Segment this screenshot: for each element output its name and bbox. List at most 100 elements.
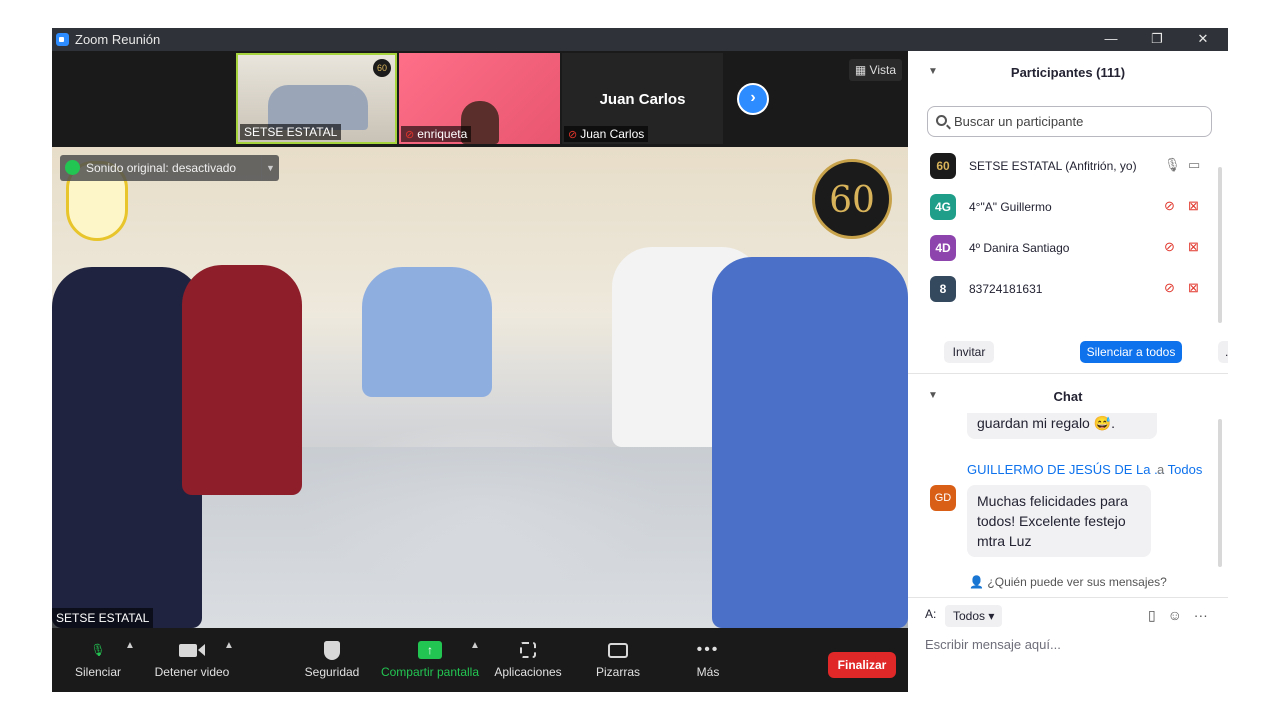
security-button[interactable]: Seguridad [304,638,360,679]
share-options-caret[interactable]: ▲ [470,640,480,651]
title-bar: Zoom Reunión — ❐ ✕ [52,28,1228,51]
person-red [182,265,302,495]
microphone-icon[interactable]: 🎙 [1164,157,1181,173]
apps-button[interactable]: Aplicaciones [492,638,564,679]
stop-video-button[interactable]: Detener video [152,638,232,679]
participant-row[interactable]: 8 83724181631 ⊘ ⊠ [908,268,1220,309]
participant-row[interactable]: 4D 4º Danira Santiago ⊘ ⊠ [908,227,1220,268]
chat-scrollbar[interactable] [1218,419,1222,567]
file-icon[interactable]: ▯ [1148,607,1156,623]
chat-title: Chat [1053,389,1083,404]
chat-header: ▼ Chat [908,387,1228,411]
search-icon [936,115,947,126]
participant-row[interactable]: 60 SETSE ESTATAL (Anfitrión, yo) 🎙 ▭ [908,145,1220,186]
thumbnail-name: SETSE ESTATAL [240,124,342,140]
thumbnail-big-name: Juan Carlos [599,91,686,108]
chat-recipient[interactable]: a Todos [1157,462,1202,477]
thumbnail-enriqueta[interactable]: ⊘ enriqueta [399,53,560,144]
participant-name: 4°"A" Guillermo [969,200,1052,214]
shield-check-icon [65,160,80,175]
chat-message: Muchas felicidades para todos! Excelente… [967,485,1151,557]
close-button[interactable]: ✕ [1180,28,1226,51]
next-page-button[interactable]: › [737,83,769,115]
participants-more-button[interactable]: ... [1218,341,1228,363]
participant-name: 4º Danira Santiago [969,241,1070,255]
thumbnail-juan-carlos[interactable]: Juan Carlos ⊘ Juan Carlos [562,53,723,144]
participant-row[interactable]: 4G 4°"A" Guillermo ⊘ ⊠ [908,186,1220,227]
view-button[interactable]: ▦ Vista [848,59,902,81]
avatar: 60 [930,153,956,179]
emoji-icon[interactable]: ☺ [1168,607,1182,623]
anniversary-badge-small: 60 [373,59,391,77]
thumbnail-name: ⊘ Juan Carlos [564,126,649,142]
video-off-icon[interactable]: ⊠ [1188,239,1199,255]
original-sound-toggle[interactable]: Sonido original: desactivado ▼ [60,155,279,181]
original-sound-label: Sonido original: desactivado [86,161,237,175]
chevron-down-icon: ▾ [988,609,995,623]
window-title: Zoom Reunión [75,32,161,47]
main-video: Sonido original: desactivado ▼ 60 SETSE … [52,147,908,628]
message-visibility-link[interactable]: 👤 ¿Quién puede ver sus mensajes? [908,575,1228,589]
video-strip: 60 SETSE ESTATAL ⊘ enriqueta Juan Carlos … [52,51,908,147]
grid-icon: ▦ [854,63,870,77]
chevron-down-icon[interactable]: ▼ [261,155,279,181]
chat-tools: ▯ ☺ ··· [1148,607,1208,624]
share-screen-icon: ↑ [380,638,480,662]
person-left [52,267,202,628]
video-options-caret[interactable]: ▲ [224,640,234,651]
audio-options-caret[interactable]: ▲ [125,640,135,651]
mic-off-icon: ⊘ [568,129,578,141]
end-meeting-button[interactable]: Finalizar [828,652,896,678]
avatar: 4G [930,194,956,220]
more-button[interactable]: ••• Más [688,638,728,679]
more-dots-icon[interactable]: ··· [1194,607,1208,623]
mute-button[interactable]: 🎙 Silenciar [72,638,124,679]
chevron-right-icon: › [750,89,756,106]
chat-messages: guardan mi regalo 😅. GUILLERMO DE JESÚS … [908,413,1220,571]
anniversary-badge: 60 [812,159,892,239]
chat-message: guardan mi regalo 😅. [967,413,1157,439]
microphone-icon: 🎙 [90,643,106,657]
restore-button[interactable]: ❐ [1134,28,1180,51]
participant-name: 83724181631 [969,282,1043,296]
participant-scrollbar[interactable] [1218,167,1222,323]
share-screen-button[interactable]: ↑ Compartir pantalla [380,638,480,679]
minimize-button[interactable]: — [1088,28,1134,51]
apps-icon [492,638,564,662]
meeting-toolbar: 🎙 Silenciar ▲ Detener video ▲ Seguridad … [52,628,908,692]
person-center [362,267,492,397]
chat-recipient-select[interactable]: Todos ▾ [945,605,1003,627]
avatar: 4D [930,235,956,261]
whiteboard-icon [592,638,644,662]
participant-name: SETSE ESTATAL (Anfitrión, yo) [969,159,1137,173]
whiteboards-button[interactable]: Pizarras [592,638,644,679]
avatar: GD [930,485,956,511]
mic-off-icon: ⊘ [405,129,415,141]
video-off-icon[interactable]: ⊠ [1188,280,1199,296]
chat-to-label: A: [925,607,937,621]
section-divider [908,373,1228,374]
participant-search-input[interactable]: Buscar un participante [927,106,1212,137]
zoom-app-icon [56,33,69,46]
shield-icon [304,638,360,662]
speaker-name: SETSE ESTATAL [52,608,154,628]
avatar: 8 [930,276,956,302]
video-camera-icon[interactable]: ▭ [1188,157,1200,173]
chat-message-input[interactable]: Escribir mensaje aquí... [925,637,1061,652]
mic-off-icon[interactable]: ⊘ [1164,280,1175,296]
video-off-icon[interactable]: ⊠ [1188,198,1199,214]
section-divider [908,597,1228,598]
invite-button[interactable]: Invitar [944,341,994,363]
more-dots-icon: ••• [696,641,720,658]
chat-sender: GUILLERMO DE JESÚS DE La ... [967,462,1165,477]
mute-all-button[interactable]: Silenciar a todos [1080,341,1182,363]
participant-actions: Invitar Silenciar a todos ... [908,341,1228,365]
thumbnail-setse-estatal[interactable]: 60 SETSE ESTATAL [236,53,397,144]
meeting-area: 60 SETSE ESTATAL ⊘ enriqueta Juan Carlos … [52,51,908,692]
person-lock-icon: 👤 [969,575,988,589]
participant-list: 60 SETSE ESTATAL (Anfitrión, yo) 🎙 ▭ 4G … [908,145,1220,309]
participants-header: ▼ Participantes (111) [908,51,1228,93]
mic-off-icon[interactable]: ⊘ [1164,239,1175,255]
video-camera-icon [152,638,232,662]
mic-off-icon[interactable]: ⊘ [1164,198,1175,214]
